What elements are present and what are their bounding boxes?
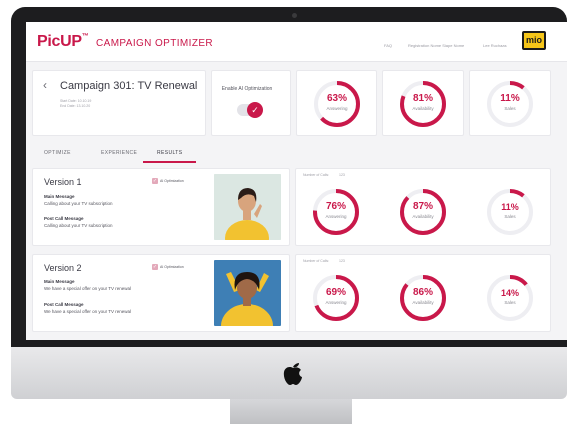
version-2-title: Version 2 xyxy=(44,263,82,273)
version-2-post-text: We have a special offer on your TV renew… xyxy=(44,309,132,314)
version-1-post-label: Post Call Message xyxy=(44,216,84,221)
campaign-start-date: Start Date: 10.10.19 xyxy=(60,99,92,103)
gauge-sales xyxy=(484,78,536,130)
gauge-ring xyxy=(487,275,533,321)
version-2-calls-count: 123 xyxy=(339,259,345,263)
version-1-main-text: Calling about your TV subscription xyxy=(44,201,113,206)
header-link-faq[interactable]: FAQ xyxy=(384,43,392,48)
gauge-ring xyxy=(313,275,359,321)
mio-brand-badge: mio xyxy=(522,31,546,50)
gauge-ring xyxy=(400,189,446,235)
tab-experience[interactable]: EXPERIENCE xyxy=(101,150,137,156)
gauge-ring xyxy=(487,189,533,235)
gauge-availability-value: 81% xyxy=(412,93,433,104)
v2-gauge-answering-label: Answering xyxy=(325,300,347,305)
version-2-main-text: We have a special offer on your TV renew… xyxy=(44,286,132,291)
v1-gauge-sales xyxy=(484,186,536,238)
version-1-photo xyxy=(214,174,281,240)
version-1-title: Version 1 xyxy=(44,177,82,187)
gauge-answering-label: Answering xyxy=(326,106,348,111)
header-link-registration[interactable]: Registration Nome Siape Nome xyxy=(408,43,464,48)
v2-gauge-sales-label: Sales xyxy=(504,300,516,305)
version-1-calls-label: Number of Calls: xyxy=(303,173,330,177)
picup-logo[interactable]: PicUP™ xyxy=(37,33,89,51)
v2-gauge-availability-value: 86% xyxy=(412,287,433,298)
gauge-sales-label: Sales xyxy=(504,106,516,111)
version-2-photo xyxy=(214,260,281,326)
v1-gauge-sales-label: Sales xyxy=(504,214,516,219)
gauge-track xyxy=(487,81,533,127)
version-2-ai-checkbox[interactable]: ✓ xyxy=(152,264,158,270)
tab-results[interactable]: RESULTS xyxy=(157,150,183,156)
gauge-availability-label: Availability xyxy=(412,106,434,111)
version-1-post-text: Calling about your TV subscription xyxy=(44,223,113,228)
version-2-main-label: Main Message xyxy=(44,279,75,284)
camera-dot xyxy=(292,13,297,18)
gauge-answering-value: 63% xyxy=(326,93,347,104)
v1-gauge-answering-value: 76% xyxy=(325,201,346,212)
toggle-check-icon[interactable]: ✓ xyxy=(247,102,263,118)
v2-gauge-answering-value: 69% xyxy=(325,287,346,298)
app-header: PicUP™ CAMPAIGN OPTIMIZER FAQ Registrati… xyxy=(26,22,567,62)
v2-gauge-availability-label: Availability xyxy=(412,300,434,305)
gauge-ring xyxy=(487,81,533,127)
version-2-post-label: Post Call Message xyxy=(44,302,84,307)
campaign-title: Campaign 301: TV Renewal xyxy=(60,80,198,92)
v1-gauge-availability xyxy=(397,186,449,238)
enable-ai-label: Enable AI Optimization xyxy=(221,86,273,92)
v1-gauge-sales-value: 11% xyxy=(501,202,519,212)
v2-gauge-availability xyxy=(397,272,449,324)
v2-gauge-answering xyxy=(310,272,362,324)
back-arrow-icon[interactable]: ‹ xyxy=(43,78,47,92)
version-1-ai-checkbox[interactable]: ✓ xyxy=(152,178,158,184)
version-1-calls-count: 123 xyxy=(339,173,345,177)
gauge-ring xyxy=(313,189,359,235)
active-tab-indicator xyxy=(143,161,196,163)
gauge-progress-arc xyxy=(400,189,446,235)
version-1-main-label: Main Message xyxy=(44,194,75,199)
app-title: CAMPAIGN OPTIMIZER xyxy=(96,38,214,49)
v1-gauge-availability-value: 87% xyxy=(412,201,433,212)
v1-gauge-answering-label: Answering xyxy=(325,214,347,219)
v1-gauge-availability-label: Availability xyxy=(412,214,434,219)
apple-logo-icon xyxy=(281,360,305,386)
campaign-end-date: End Date: 13.10.20 xyxy=(60,104,91,108)
gauge-track xyxy=(487,189,533,235)
app-screen: PicUP™ CAMPAIGN OPTIMIZER FAQ Registrati… xyxy=(26,22,567,340)
gauge-ring xyxy=(400,81,446,127)
version-2-calls-label: Number of Calls: xyxy=(303,259,330,263)
version-2-ai-label: AI Optimization xyxy=(160,265,184,269)
tab-optimize[interactable]: OPTIMIZE xyxy=(44,150,71,156)
gauge-answering xyxy=(311,78,363,130)
version-1-ai-label: AI Optimization xyxy=(160,179,184,183)
gauge-sales-value: 11% xyxy=(500,93,520,104)
imac-mockup: PicUP™ CAMPAIGN OPTIMIZER FAQ Registrati… xyxy=(0,0,567,424)
gauge-ring xyxy=(400,275,446,321)
monitor-stand xyxy=(230,399,352,424)
header-link-user[interactable]: Lee Ruchaas xyxy=(483,43,507,48)
gauge-availability xyxy=(397,78,449,130)
gauge-ring xyxy=(314,81,360,127)
v2-gauge-sales xyxy=(484,272,536,324)
v1-gauge-answering xyxy=(310,186,362,238)
v2-gauge-sales-value: 14% xyxy=(500,288,519,298)
